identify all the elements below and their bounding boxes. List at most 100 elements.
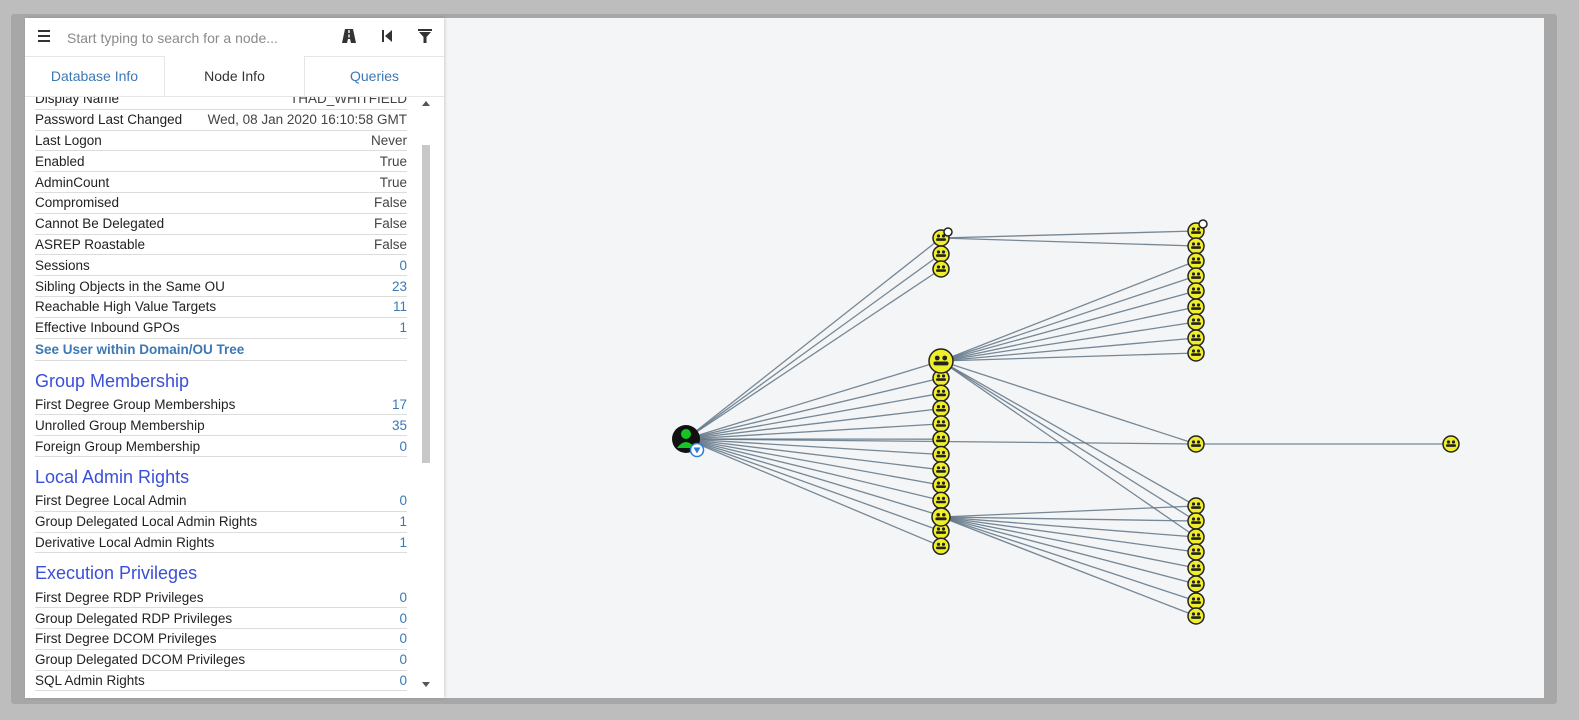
property-row-group-delegated-dcom[interactable]: Group Delegated DCOM Privileges 0 (35, 650, 407, 671)
property-value: Never (370, 132, 407, 148)
ou-tree-link[interactable]: See User within Domain/OU Tree (35, 339, 407, 361)
property-row-foreign-groups[interactable]: Foreign Group Membership 0 (35, 436, 407, 457)
group-node[interactable] (1187, 592, 1205, 610)
group-node[interactable] (932, 384, 950, 403)
property-value-link[interactable]: 1 (399, 320, 407, 335)
filter-funnel-icon[interactable] (416, 27, 434, 45)
property-value: THAD_WHITFIELD (289, 97, 407, 107)
group-node[interactable] (932, 445, 950, 464)
group-node[interactable] (932, 461, 950, 479)
property-label: Password Last Changed (35, 112, 183, 128)
edge-group-to-group (940, 230, 1197, 239)
node-badge-icon (943, 227, 953, 237)
property-label: Cannot Be Delegated (35, 216, 165, 232)
group-node[interactable] (1187, 497, 1205, 515)
group-node[interactable] (1187, 575, 1205, 593)
edge-group-to-group (940, 505, 1197, 518)
property-row-unrolled-groups[interactable]: Unrolled Group Membership 35 (35, 415, 407, 437)
property-value-link[interactable]: 0 (399, 493, 407, 508)
edge-group-to-group (940, 290, 1197, 362)
scroll-thumb[interactable] (422, 145, 430, 463)
group-node[interactable] (932, 415, 950, 433)
group-node[interactable] (932, 399, 950, 418)
node-badge-icon (1198, 219, 1208, 229)
node-properties-list: Display Name THAD_WHITFIELD Password Last… (35, 97, 407, 692)
property-label: Effective Inbound GPOs (35, 320, 180, 336)
group-node[interactable] (931, 507, 951, 527)
property-value-link[interactable]: 17 (392, 397, 407, 412)
property-value-link[interactable]: 0 (399, 611, 407, 626)
property-value: False (373, 195, 407, 211)
scroll-down-arrow-icon[interactable] (422, 682, 430, 687)
property-value-link[interactable]: 0 (399, 439, 407, 454)
property-row-first-degree-local-admin[interactable]: First Degree Local Admin 0 (35, 491, 407, 512)
property-row-inbound-gpos[interactable]: Effective Inbound GPOs 1 (35, 318, 407, 339)
property-value: True (379, 174, 407, 190)
scroll-up-arrow-icon[interactable] (422, 101, 430, 106)
property-value-link[interactable]: 0 (399, 590, 407, 605)
hamburger-menu-icon[interactable] (35, 26, 55, 46)
search-input[interactable] (65, 24, 329, 52)
property-row-first-degree-dcom[interactable]: First Degree DCOM Privileges 0 (35, 629, 407, 650)
group-node[interactable] (1187, 607, 1205, 625)
group-node[interactable] (932, 476, 950, 494)
group-node[interactable] (932, 491, 950, 510)
property-row-group-delegated-local-admin[interactable]: Group Delegated Local Admin Rights 1 (35, 512, 407, 533)
tab-database-info[interactable]: Database Info (25, 56, 165, 96)
property-row-reachable-hvt[interactable]: Reachable High Value Targets 11 (35, 297, 407, 318)
group-node[interactable] (1187, 435, 1205, 453)
property-value-link[interactable]: 11 (393, 299, 407, 314)
edge-group-to-group (940, 360, 1197, 538)
group-node[interactable] (1187, 298, 1205, 316)
property-label: AdminCount (35, 174, 110, 190)
group-node[interactable] (1187, 329, 1205, 347)
property-label: First Degree RDP Privileges (35, 589, 204, 605)
property-value-link[interactable]: 23 (392, 279, 407, 294)
road-path-icon[interactable] (340, 27, 358, 45)
property-row-sibling-objects[interactable]: Sibling Objects in the Same OU 23 (35, 276, 407, 297)
group-node[interactable] (1187, 252, 1205, 270)
property-value: True (379, 153, 407, 169)
property-value-link[interactable]: 0 (399, 652, 407, 667)
tab-queries[interactable]: Queries (305, 56, 444, 96)
group-node[interactable] (932, 245, 950, 263)
group-node[interactable] (1187, 512, 1205, 530)
group-node[interactable] (1187, 237, 1205, 255)
group-node[interactable] (932, 260, 950, 278)
group-node[interactable] (1442, 435, 1460, 453)
property-row-first-degree-rdp[interactable]: First Degree RDP Privileges 0 (35, 587, 407, 609)
group-node[interactable] (932, 537, 950, 556)
group-node[interactable] (1187, 528, 1205, 546)
group-node[interactable] (1187, 543, 1205, 561)
group-node[interactable] (1187, 344, 1205, 362)
property-label: First Degree Group Memberships (35, 396, 236, 412)
property-row-group-delegated-rdp[interactable]: Group Delegated RDP Privileges 0 (35, 608, 407, 629)
property-row-first-degree-groups[interactable]: First Degree Group Memberships 17 (35, 395, 407, 416)
group-node[interactable] (1187, 313, 1205, 331)
property-label: Derivative Local Admin Rights (35, 534, 215, 550)
property-row-derivative-local-admin[interactable]: Derivative Local Admin Rights 1 (35, 533, 407, 554)
group-node[interactable] (1187, 559, 1205, 577)
property-value-link[interactable]: 0 (399, 631, 407, 646)
group-node[interactable] (1187, 267, 1205, 285)
property-row-sql-admin[interactable]: SQL Admin Rights 0 (35, 671, 407, 692)
tab-node-info[interactable]: Node Info (165, 56, 305, 96)
property-value-link[interactable]: 1 (399, 535, 407, 550)
back-skip-icon[interactable] (378, 27, 396, 45)
edge-group-to-group (940, 516, 1197, 602)
node-info-content[interactable]: Display Name THAD_WHITFIELD Password Last… (25, 97, 417, 698)
panel-scrollbar[interactable] (419, 97, 433, 698)
edge-user-to-group (685, 253, 942, 440)
property-row-sessions[interactable]: Sessions 0 (35, 255, 407, 277)
group-node[interactable] (932, 430, 950, 448)
property-label: Group Delegated RDP Privileges (35, 610, 233, 626)
property-value-link[interactable]: 0 (399, 258, 407, 273)
panel-tabs: Database Info Node Info Queries (25, 56, 444, 97)
edge-group-to-group (940, 516, 1197, 617)
group-node-hub[interactable] (928, 348, 954, 374)
property-row-asrep-roastable: ASREP Roastable False (35, 235, 407, 256)
property-value-link[interactable]: 0 (399, 673, 407, 688)
property-value-link[interactable]: 35 (392, 418, 407, 433)
property-value-link[interactable]: 1 (399, 514, 407, 529)
group-node[interactable] (1187, 282, 1205, 300)
